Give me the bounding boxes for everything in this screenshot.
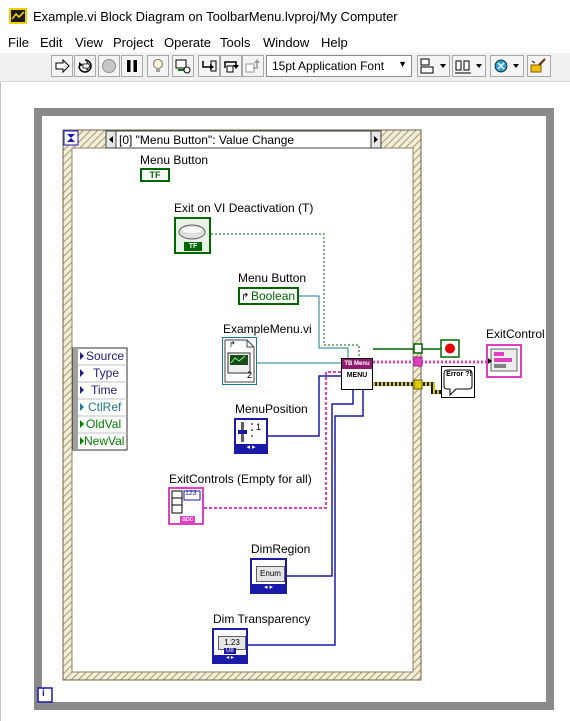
- tunnel-boolean[interactable]: [413, 343, 423, 354]
- tunnel-exit-controls[interactable]: [413, 356, 423, 367]
- stop-sign-icon: [445, 343, 455, 354]
- run-arrow-icon: [55, 58, 70, 74]
- error-handler-glyph: Error ?!: [446, 371, 472, 378]
- tb-menu-header: TB Menu: [342, 359, 372, 369]
- toolbar: 15pt Application Font ▼: [0, 53, 570, 82]
- menu-file[interactable]: File: [8, 35, 29, 50]
- run-continuously-button[interactable]: [74, 55, 96, 77]
- dim-transparency-glyph: 1.23: [224, 638, 240, 647]
- pause-icon: [127, 60, 137, 72]
- step-over-icon: [224, 61, 239, 73]
- dim-region-glyph: Enum: [260, 569, 281, 578]
- run-button[interactable]: [51, 55, 73, 77]
- dim-region-label: DimRegion: [251, 542, 311, 556]
- probe-icon: [175, 59, 191, 74]
- exit-on-deactivation-constant[interactable]: TF: [174, 217, 211, 254]
- slider-icon: [238, 422, 253, 442]
- dim-transparency-sub: U8: [224, 648, 236, 654]
- menu-button-ref-value: Boolean: [251, 289, 296, 303]
- example-menu-vi-index: 2: [247, 370, 253, 380]
- event-data-time[interactable]: Time: [91, 383, 117, 397]
- align-objects-icon: [420, 58, 446, 74]
- example-menu-vi-reference[interactable]: ↱ 2: [222, 337, 257, 385]
- exit-controls-sub: abc: [180, 516, 196, 523]
- stepper-icon: ◂ ▸: [236, 444, 266, 452]
- menu-view[interactable]: View: [75, 35, 103, 50]
- pause-button[interactable]: [121, 55, 143, 77]
- exit-controls-array[interactable]: 123 abc: [168, 487, 204, 525]
- run-continuously-icon: [78, 59, 92, 73]
- menu-button-terminal[interactable]: TF: [140, 168, 170, 182]
- menu-edit[interactable]: Edit: [40, 35, 62, 50]
- menu-position-glyph: 1: [256, 422, 262, 432]
- dim-transparency-stepper-icon: ◂ ▸: [214, 655, 246, 662]
- retain-wire-values-button[interactable]: [172, 55, 194, 77]
- event-data-ctlref[interactable]: CtlRef: [88, 400, 121, 414]
- dim-transparency-control[interactable]: 1.23 U8 ◂ ▸: [212, 628, 248, 664]
- menu-position-label: MenuPosition: [235, 402, 308, 416]
- iteration-terminal[interactable]: [37, 687, 53, 703]
- clean-up-diagram-button[interactable]: [527, 55, 551, 77]
- reference-arrow-icon: ↱: [241, 292, 250, 303]
- event-data-source[interactable]: Source: [86, 349, 124, 363]
- labview-app-icon: [9, 8, 27, 24]
- svg-text:↱: ↱: [229, 340, 236, 349]
- reorder-icon: [494, 59, 519, 73]
- light-bulb-icon: [153, 59, 163, 72]
- example-menu-vi-label: ExampleMenu.vi: [223, 322, 312, 336]
- menu-position-control[interactable]: 1 ◂ ▸: [234, 418, 268, 454]
- title-bar: Example.vi Block Diagram on ToolbarMenu.…: [0, 0, 570, 33]
- dim-region-stepper-icon: ◂ ▸: [252, 584, 285, 592]
- dim-transparency-label: Dim Transparency: [213, 612, 311, 626]
- timeout-terminal[interactable]: [63, 130, 79, 146]
- exit-control-label: ExitControl: [486, 327, 545, 341]
- block-diagram[interactable]: [0] "Menu Button": Value Change Source T…: [0, 82, 570, 721]
- event-data-oldval[interactable]: OldVal: [86, 417, 121, 431]
- menu-project[interactable]: Project: [113, 35, 153, 50]
- menu-help[interactable]: Help: [321, 35, 348, 50]
- clean-up-diagram-icon: [530, 58, 546, 73]
- step-over-button[interactable]: [220, 55, 242, 77]
- menu-button-reference[interactable]: ↱ Boolean: [238, 287, 299, 305]
- menu-button-ref-label: Menu Button: [238, 271, 307, 285]
- exit-on-deactivation-glyph: TF: [184, 242, 202, 251]
- exit-controls-glyph: 123: [185, 490, 197, 497]
- enum-icon: Enum: [256, 566, 285, 582]
- reorder-button[interactable]: [490, 55, 524, 77]
- stop-icon: [102, 59, 116, 73]
- chevron-down-icon: ▼: [398, 59, 407, 69]
- dim-region-control[interactable]: Enum ◂ ▸: [250, 558, 287, 594]
- abort-button[interactable]: [98, 55, 120, 77]
- exit-controls-label: ExitControls (Empty for all): [169, 472, 312, 486]
- font-select-label: 15pt Application Font: [272, 59, 385, 73]
- step-out-button[interactable]: [242, 55, 264, 77]
- toggle-switch-icon: [178, 224, 206, 240]
- event-data-type[interactable]: Type: [93, 366, 119, 380]
- tb-menu-body: MENU: [346, 372, 368, 379]
- menu-button-terminal-label: Menu Button: [140, 153, 209, 167]
- menu-bar: File Edit View Project Operate Tools Win…: [0, 33, 570, 53]
- control-refnum-icon: [488, 348, 518, 372]
- distribute-objects-icon: [455, 60, 482, 74]
- step-into-icon: [202, 60, 217, 72]
- menu-tools[interactable]: Tools: [220, 35, 250, 50]
- menu-window[interactable]: Window: [263, 35, 309, 50]
- distribute-objects-button[interactable]: [452, 55, 486, 77]
- align-objects-button[interactable]: [417, 55, 450, 77]
- font-select[interactable]: 15pt Application Font ▼: [266, 55, 412, 77]
- event-data-newval[interactable]: NewVal: [84, 434, 124, 448]
- step-into-button[interactable]: [198, 55, 220, 77]
- menu-operate[interactable]: Operate: [164, 35, 211, 50]
- step-out-icon: [245, 59, 260, 73]
- error-handler-subvi[interactable]: Error ?!: [441, 366, 475, 398]
- window-title: Example.vi Block Diagram on ToolbarMenu.…: [33, 9, 398, 24]
- highlight-execution-button[interactable]: [147, 55, 169, 77]
- event-case-label: [0] "Menu Button": Value Change: [119, 133, 295, 147]
- tb-menu-subvi[interactable]: TB Menu MENU: [341, 358, 373, 390]
- exit-control-indicator[interactable]: [486, 344, 522, 378]
- menu-button-terminal-glyph: TF: [149, 170, 161, 180]
- exit-on-deactivation-label: Exit on VI Deactivation (T): [174, 201, 314, 215]
- loop-iteration-glyph: i: [42, 688, 45, 699]
- tunnel-error[interactable]: [413, 379, 423, 390]
